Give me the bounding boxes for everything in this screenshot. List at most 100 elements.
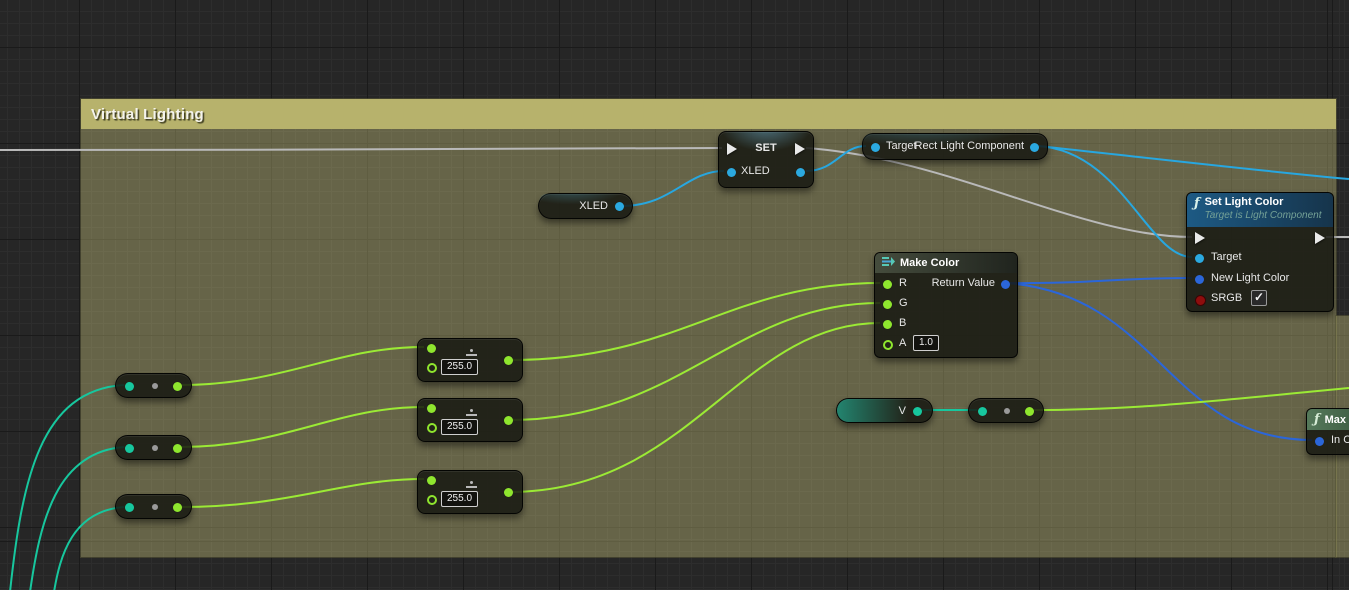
srgb-label: SRGB [1211,292,1242,304]
conv-input-pin[interactable] [978,407,987,416]
make-color-header: Make Color [875,253,1017,273]
conversion-dot-icon [1004,408,1010,414]
wire-set-to-target[interactable] [806,146,866,171]
set-pin-label: XLED [741,165,770,177]
divide-value-input[interactable]: 255.0 [441,491,478,507]
conversion-dot-icon [152,383,158,389]
divide-value-input[interactable]: 255.0 [441,359,478,375]
wire-layer [0,0,1349,590]
return-value-pin[interactable] [1001,280,1010,289]
node-divide-b[interactable]: 255.0 [417,470,523,514]
wire-rectlight-to-edge[interactable] [1038,146,1349,179]
max-in-color-label: In Co [1331,434,1349,446]
divide-output-pin[interactable] [504,356,513,365]
g-pin[interactable] [883,300,892,309]
v-getter-output-pin[interactable] [913,407,922,416]
node-max[interactable]: ƒ Max ( In Co [1306,408,1349,455]
exec-in-pin[interactable] [1195,232,1205,244]
xled-getter-output-pin[interactable] [615,202,624,211]
wire-byte1-in[interactable] [10,385,124,590]
new-light-color-pin[interactable] [1195,275,1204,284]
exec-out-pin[interactable] [795,143,805,155]
function-icon: ƒ [1194,197,1200,210]
divide-b-pin[interactable] [427,423,437,433]
xled-getter-label: XLED [579,200,608,212]
node-byte-to-float-2[interactable] [115,435,192,460]
node-set-light-color[interactable]: ƒ Set Light Color Target is Light Compon… [1186,192,1334,312]
conversion-dot-icon [152,445,158,451]
max-header: ƒ Max ( [1307,409,1349,430]
divide-output-pin[interactable] [504,488,513,497]
node-byte-to-float-1[interactable] [115,373,192,398]
target-label: Target [886,140,917,152]
rect-light-component-output-pin[interactable] [1030,143,1039,152]
wire-conv1-to-divide1[interactable] [180,347,424,385]
divide-icon [466,481,477,488]
xled-output-pin[interactable] [796,168,805,177]
conv-input-pin[interactable] [125,503,134,512]
wire-divide1-to-r[interactable] [510,283,880,360]
return-value-label: Return Value [932,277,995,289]
wire-exec-in-set[interactable] [0,148,722,150]
a-label: A [899,337,906,349]
wire-xled-to-set[interactable] [622,171,724,206]
node-get-xled[interactable]: XLED [538,193,633,219]
xled-input-pin[interactable] [727,168,736,177]
rect-light-component-label: Rect Light Component [915,140,1024,152]
make-struct-icon [882,256,895,270]
node-divide-r[interactable]: 255.0 [417,338,523,382]
set-light-color-subtitle: Target is Light Component [1205,209,1322,222]
divide-input-pin[interactable] [427,476,436,485]
v-getter-label: V [899,405,906,417]
node-byte-to-float-3[interactable] [115,494,192,519]
divide-b-pin[interactable] [427,495,437,505]
slc-target-label: Target [1211,251,1242,263]
slc-target-pin[interactable] [1195,254,1204,263]
divide-input-pin[interactable] [427,344,436,353]
make-color-title: Make Color [900,257,959,269]
srgb-pin[interactable] [1195,295,1206,306]
divide-icon [466,409,477,416]
node-set-xled[interactable]: SET XLED [718,131,814,188]
conv-input-pin[interactable] [125,444,134,453]
conv-output-pin[interactable] [173,444,182,453]
a-value-input[interactable]: 1.0 [913,335,939,351]
set-light-color-header: ƒ Set Light Color Target is Light Compon… [1187,193,1333,227]
node-divide-g[interactable]: 255.0 [417,398,523,442]
wire-byte2-in[interactable] [30,447,124,590]
target-input-pin[interactable] [871,143,880,152]
conv-output-pin[interactable] [173,382,182,391]
node-make-color[interactable]: Make Color R Return Value G B A 1.0 [874,252,1018,358]
node-byte-to-float-v[interactable] [968,398,1044,423]
srgb-checkbox[interactable]: ✓ [1251,290,1267,306]
max-title: Max ( [1325,414,1349,426]
conversion-dot-icon [152,504,158,510]
wire-byte3-in[interactable] [54,507,124,590]
conv-output-pin[interactable] [173,503,182,512]
conv-output-pin[interactable] [1025,407,1034,416]
divide-icon [466,349,477,356]
node-get-v[interactable]: V [836,398,933,423]
wire-exec-set-to-setlightcolor[interactable] [806,148,1192,237]
wire-conv2-to-divide2[interactable] [180,407,424,447]
divide-b-pin[interactable] [427,363,437,373]
r-label: R [899,277,907,289]
divide-input-pin[interactable] [427,404,436,413]
wire-rectlight-to-slc-target[interactable] [1038,146,1192,257]
divide-output-pin[interactable] [504,416,513,425]
wire-divide2-to-g[interactable] [510,303,880,420]
b-label: B [899,317,906,329]
a-pin[interactable] [883,340,893,350]
conv-input-pin[interactable] [125,382,134,391]
b-pin[interactable] [883,320,892,329]
wire-conv3-to-divide3[interactable] [180,479,424,507]
max-in-color-pin[interactable] [1315,437,1324,446]
r-pin[interactable] [883,280,892,289]
wire-makecolor-to-newlightcolor[interactable] [1006,278,1192,283]
wire-divide3-to-b[interactable] [510,323,880,492]
divide-value-input[interactable]: 255.0 [441,419,478,435]
exec-out-pin[interactable] [1315,232,1325,244]
node-rect-light-component[interactable]: Target Rect Light Component [862,133,1048,160]
g-label: G [899,297,908,309]
set-light-color-title: Set Light Color [1205,196,1322,209]
